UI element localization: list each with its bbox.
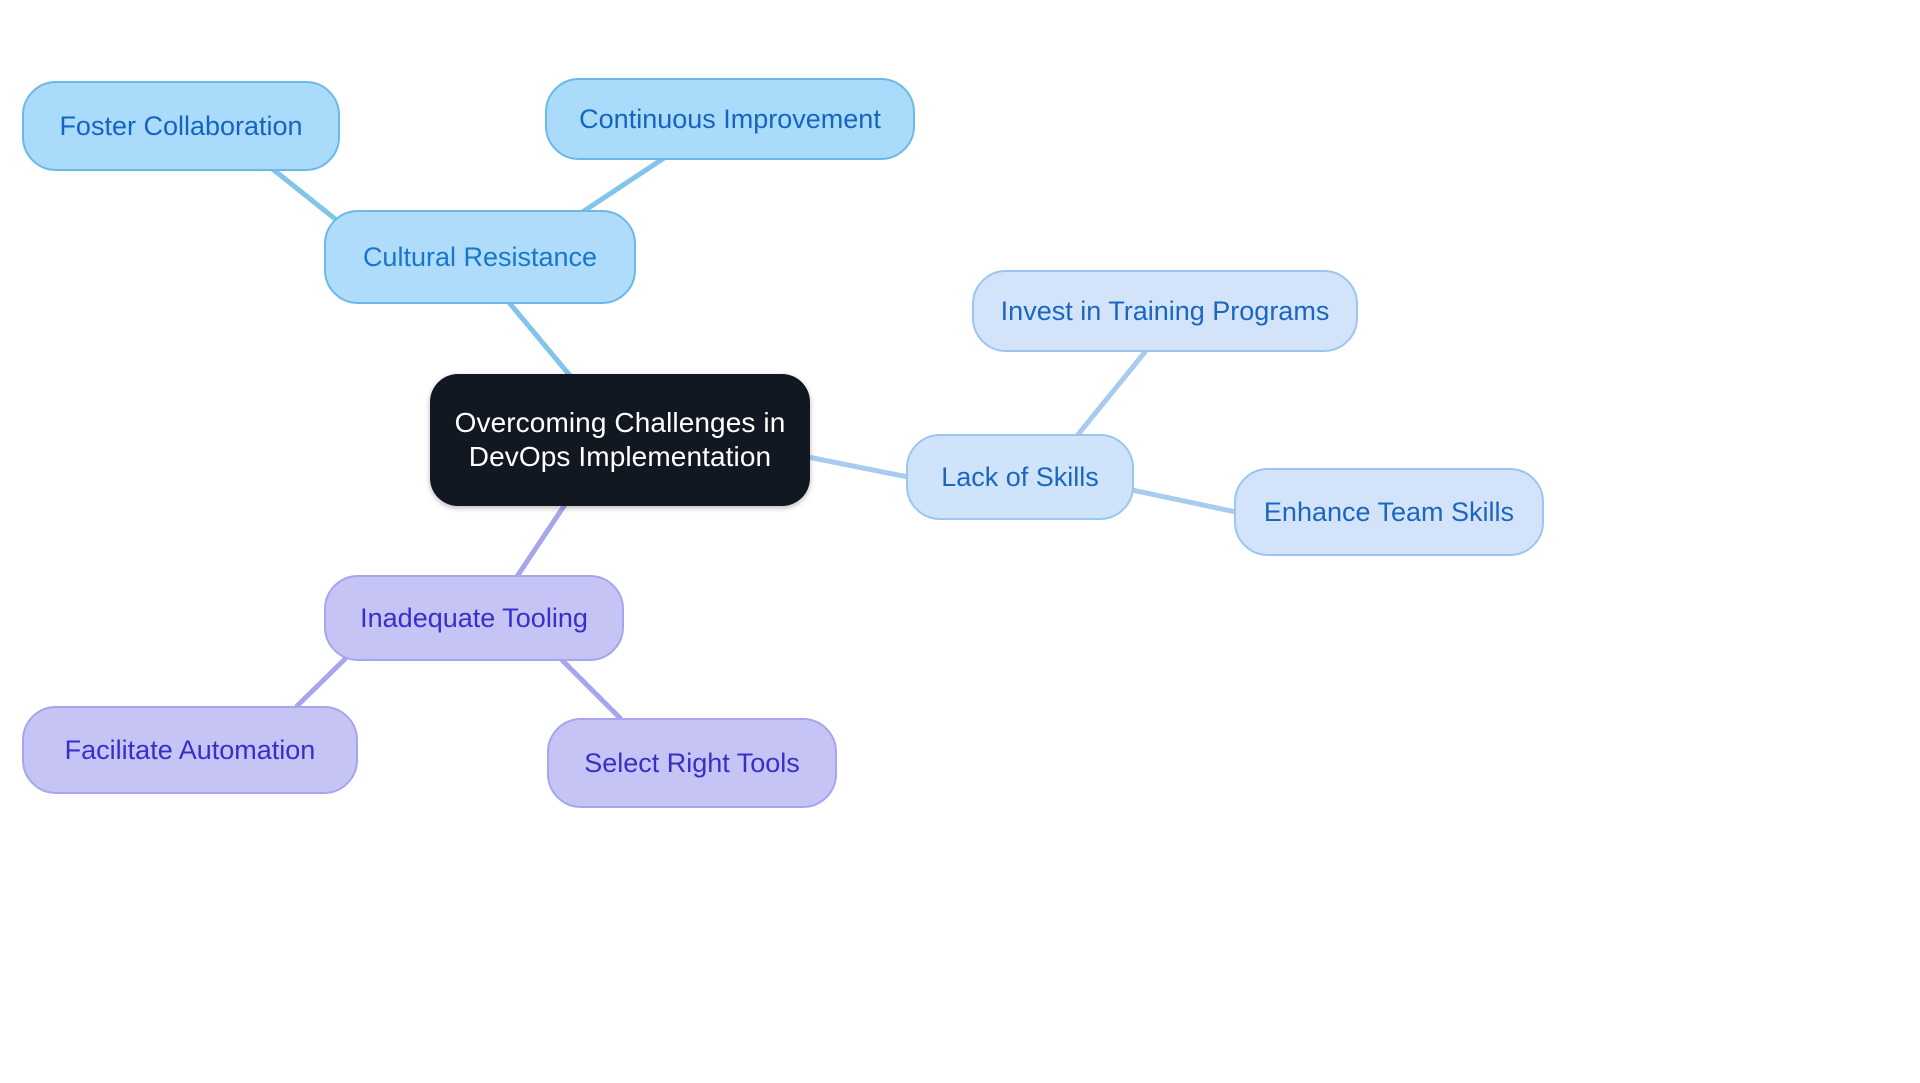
mindmap-node-cultural-resistance[interactable]: Cultural Resistance <box>324 210 636 304</box>
edge-root-skills <box>805 454 911 480</box>
mindmap-node-label-continuous-improvement: Continuous Improvement <box>579 103 881 134</box>
mindmap-node-label-select-right-tools: Select Right Tools <box>584 747 800 778</box>
mindmap-node-foster-collaboration[interactable]: Foster Collaboration <box>22 81 340 171</box>
edge-tooling-facilitate <box>294 656 348 709</box>
mindmap-node-label-enhance-team-skills: Enhance Team Skills <box>1263 496 1515 527</box>
mindmap-node-label-inadequate-tooling: Inadequate Tooling <box>360 602 588 633</box>
mindmap-node-label-facilitate-automation: Facilitate Automation <box>64 734 316 765</box>
mindmap-node-enhance-team-skills[interactable]: Enhance Team Skills <box>1234 468 1544 556</box>
edge-root-tooling <box>513 494 573 581</box>
mindmap-node-label-cultural-resistance: Cultural Resistance <box>362 241 598 272</box>
mindmap-node-inadequate-tooling[interactable]: Inadequate Tooling <box>324 575 624 661</box>
mindmap-canvas: Foster Collaboration Continuous Improveme… <box>0 0 1920 1083</box>
edge-tooling-select <box>559 657 623 721</box>
edge-skills-invest <box>1073 349 1148 440</box>
mindmap-node-invest-in-training-programs[interactable]: Invest in Training Programs <box>972 270 1358 352</box>
mindmap-node-label-lack-of-skills: Lack of Skills <box>941 461 1099 492</box>
mindmap-node-select-right-tools[interactable]: Select Right Tools <box>547 718 837 808</box>
mindmap-node-label-root: Overcoming Challenges in DevOps Implemen… <box>454 406 786 472</box>
mindmap-node-continuous-improvement[interactable]: Continuous Improvement <box>545 78 915 160</box>
edge-skills-enhance <box>1129 487 1239 515</box>
edge-root-cultural <box>504 297 575 381</box>
mindmap-node-label-invest-in-training-programs: Invest in Training Programs <box>1000 295 1330 326</box>
mindmap-node-label-foster-collaboration: Foster Collaboration <box>59 110 303 141</box>
edge-cultural-continuous <box>575 155 667 218</box>
mindmap-node-root[interactable]: Overcoming Challenges in DevOps Implemen… <box>430 374 810 506</box>
mindmap-node-facilitate-automation[interactable]: Facilitate Automation <box>22 706 358 794</box>
mindmap-node-lack-of-skills[interactable]: Lack of Skills <box>906 434 1134 520</box>
edge-cultural-foster <box>267 164 342 225</box>
